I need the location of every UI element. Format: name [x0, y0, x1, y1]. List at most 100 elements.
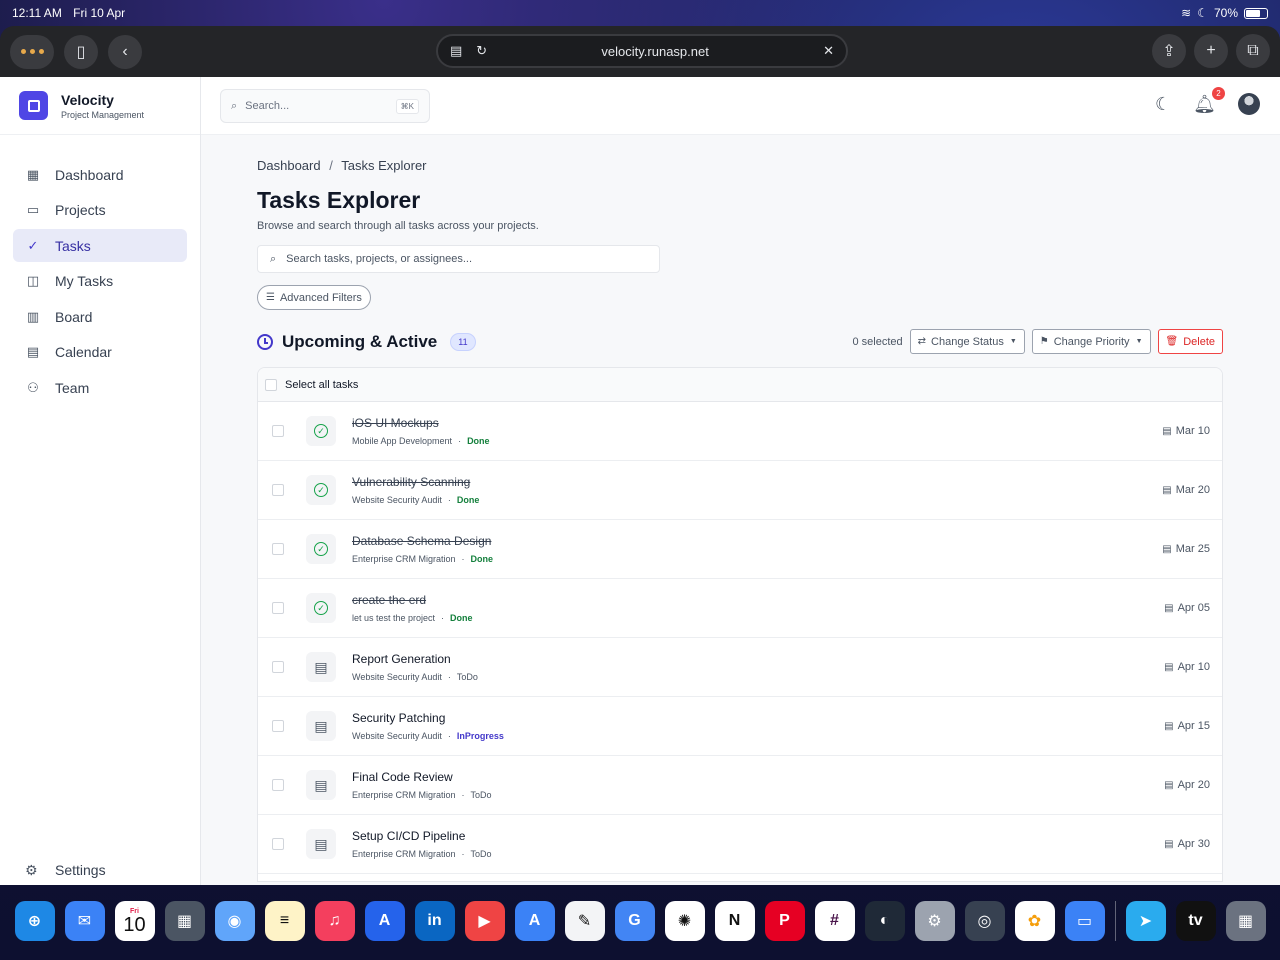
address-bar[interactable]: ▤ ↻ velocity.runasp.net ✕ — [436, 34, 848, 68]
task-info: Final Code Review Enterprise CRM Migrati… — [352, 770, 492, 800]
table-row[interactable]: ✓ Database Schema Design Enterprise CRM … — [258, 520, 1222, 579]
dark-mode-toggle-icon[interactable]: ☾ — [1155, 94, 1171, 115]
dock-app-photos[interactable]: ✿ — [1014, 901, 1055, 941]
folder-icon: ▭ — [26, 202, 40, 217]
sidebar-item-label: Team — [55, 379, 90, 396]
table-row[interactable]: ▤ Security Patching Website Security Aud… — [258, 697, 1222, 756]
status-date: Fri 10 Apr — [73, 6, 126, 20]
dock-app-telegram[interactable]: ➤ — [1125, 901, 1166, 941]
due-date: ▤ Apr 10 — [1164, 661, 1210, 673]
sliders-icon: ☰ — [266, 292, 275, 303]
sidebar-toggle-icon[interactable]: ▯ — [64, 34, 98, 69]
table-row[interactable]: ✓ Vulnerability Scanning Website Securit… — [258, 461, 1222, 520]
task-name[interactable]: create the erd — [352, 593, 473, 607]
row-checkbox[interactable] — [272, 602, 284, 614]
task-name[interactable]: iOS UI Mockups — [352, 416, 490, 430]
delete-button[interactable]: 🗑︎ Delete — [1157, 329, 1223, 354]
table-row[interactable]: ▤ Setup CI/CD Pipeline Enterprise CRM Mi… — [258, 815, 1222, 874]
sidebar-item-my-tasks[interactable]: ◫ My Tasks — [13, 265, 187, 298]
browser-actions: ⇪ + ⧉ — [1152, 34, 1270, 68]
clear-url-icon[interactable]: ✕ — [823, 43, 834, 59]
task-project: Mobile App Development — [352, 436, 453, 446]
global-search-input[interactable]: ⌕ Search... ⌘K — [220, 89, 430, 123]
row-checkbox[interactable] — [272, 661, 284, 673]
dock-app-files-folder[interactable]: ▭ — [1064, 901, 1105, 941]
brand[interactable]: Velocity Project Management — [0, 77, 200, 135]
avatar[interactable] — [1238, 93, 1260, 115]
sidebar-item-label: Tasks — [55, 237, 91, 254]
dock-app-slack[interactable]: # — [814, 901, 855, 941]
dock-app-freeform[interactable]: ✎ — [564, 901, 605, 941]
breadcrumb: Dashboard / Tasks Explorer — [257, 158, 1223, 173]
change-priority-button[interactable]: ⚑ Change Priority ▼ — [1031, 329, 1151, 354]
back-button[interactable]: ‹ — [108, 34, 142, 69]
sidebar-item-calendar[interactable]: ▤ Calendar — [13, 336, 187, 369]
task-name[interactable]: Security Patching — [352, 711, 504, 725]
dock-app-camera[interactable]: ◎ — [964, 901, 1005, 941]
sidebar-item-team[interactable]: ⚇ Team — [13, 371, 187, 404]
task-name[interactable]: Final Code Review — [352, 770, 492, 784]
row-checkbox[interactable] — [272, 720, 284, 732]
dock-app-linkedin[interactable]: in — [414, 901, 455, 941]
task-name[interactable]: Setup CI/CD Pipeline — [352, 829, 492, 843]
due-date: ▤ Mar 20 — [1162, 484, 1210, 496]
page-menu-icon[interactable]: ▤ — [450, 43, 462, 59]
window-menu-button[interactable] — [10, 34, 54, 69]
reload-icon[interactable]: ↻ — [476, 43, 487, 59]
dock-app-translate[interactable]: A — [514, 901, 555, 941]
task-name[interactable]: Report Generation — [352, 652, 478, 666]
table-row[interactable]: ✓ create the erd let us test the project… — [258, 579, 1222, 638]
dock-app-safari[interactable]: ⊕ — [14, 901, 55, 941]
task-search-input[interactable]: ⌕ Search tasks, projects, or assignees..… — [257, 245, 660, 273]
dock-app-app-store[interactable]: A — [364, 901, 405, 941]
dock-app-settings[interactable]: ⚙ — [914, 901, 955, 941]
dock-app-calculator[interactable]: ▦ — [164, 901, 205, 941]
dock-separator — [1114, 901, 1116, 941]
new-tab-icon[interactable]: + — [1194, 34, 1228, 68]
tabs-overview-icon[interactable]: ⧉ — [1236, 34, 1270, 68]
row-checkbox[interactable] — [272, 484, 284, 496]
dock-app-library[interactable]: ▦ — [1225, 901, 1266, 941]
task-meta: let us test the project · Done — [352, 613, 473, 623]
dock-app-youtube[interactable]: ▶ — [464, 901, 505, 941]
task-info: Report Generation Website Security Audit… — [352, 652, 478, 682]
sidebar-item-dashboard[interactable]: ▦ Dashboard — [13, 158, 187, 191]
chevron-down-icon: ▼ — [1135, 338, 1143, 345]
dock-app-figma[interactable]: ◐ — [864, 901, 905, 941]
dock-app-files[interactable]: ◉ — [214, 901, 255, 941]
table-row[interactable]: ✓ iOS UI Mockups Mobile App Development ·… — [258, 402, 1222, 461]
share-icon[interactable]: ⇪ — [1152, 34, 1186, 68]
dock-app-music[interactable]: ♫ — [314, 901, 355, 941]
task-project: Website Security Audit — [352, 495, 442, 505]
dock-app-apple-tv[interactable]: tv — [1175, 901, 1216, 941]
dock-app-mail[interactable]: ✉ — [64, 901, 105, 941]
row-checkbox[interactable] — [272, 425, 284, 437]
sidebar-item-projects[interactable]: ▭ Projects — [13, 194, 187, 227]
row-checkbox[interactable] — [272, 543, 284, 555]
row-checkbox[interactable] — [272, 779, 284, 791]
dock-app-notion[interactable]: N — [714, 901, 755, 941]
task-meta: Enterprise CRM Migration · ToDo — [352, 790, 492, 800]
table-row[interactable]: ▤ Final Code Review Enterprise CRM Migra… — [258, 756, 1222, 815]
dock-app-google-translate[interactable]: G — [614, 901, 655, 941]
row-checkbox[interactable] — [272, 838, 284, 850]
dock-app-pinterest[interactable]: P — [764, 901, 805, 941]
dock-app-notes[interactable]: ≡ — [264, 901, 305, 941]
due-date: ▤ Apr 30 — [1164, 838, 1210, 850]
select-all-checkbox[interactable] — [265, 378, 277, 391]
breadcrumb-root[interactable]: Dashboard — [257, 158, 321, 173]
change-status-button[interactable]: ⇄ Change Status ▼ — [909, 329, 1025, 354]
sidebar-item-tasks[interactable]: ✓ Tasks — [13, 229, 187, 262]
table-row[interactable]: ▤ Report Generation Website Security Aud… — [258, 638, 1222, 697]
dock-app-calendar[interactable]: Fri 10 — [114, 901, 155, 941]
task-status: ToDo — [456, 672, 478, 682]
due-date: ▤ Apr 20 — [1164, 779, 1210, 791]
bell-icon[interactable]: 🔔︎ 2 — [1193, 86, 1225, 115]
sidebar-item-board[interactable]: ▥ Board — [13, 300, 187, 333]
task-name[interactable]: Database Schema Design — [352, 534, 493, 548]
brand-logo-icon — [19, 91, 48, 120]
task-name[interactable]: Vulnerability Scanning — [352, 475, 479, 489]
dock-app-chatgpt[interactable]: ✺ — [664, 901, 705, 941]
sidebar-item-settings[interactable]: ⚙ Settings — [13, 857, 106, 883]
advanced-filters-button[interactable]: ☰ Advanced Filters — [257, 285, 371, 310]
